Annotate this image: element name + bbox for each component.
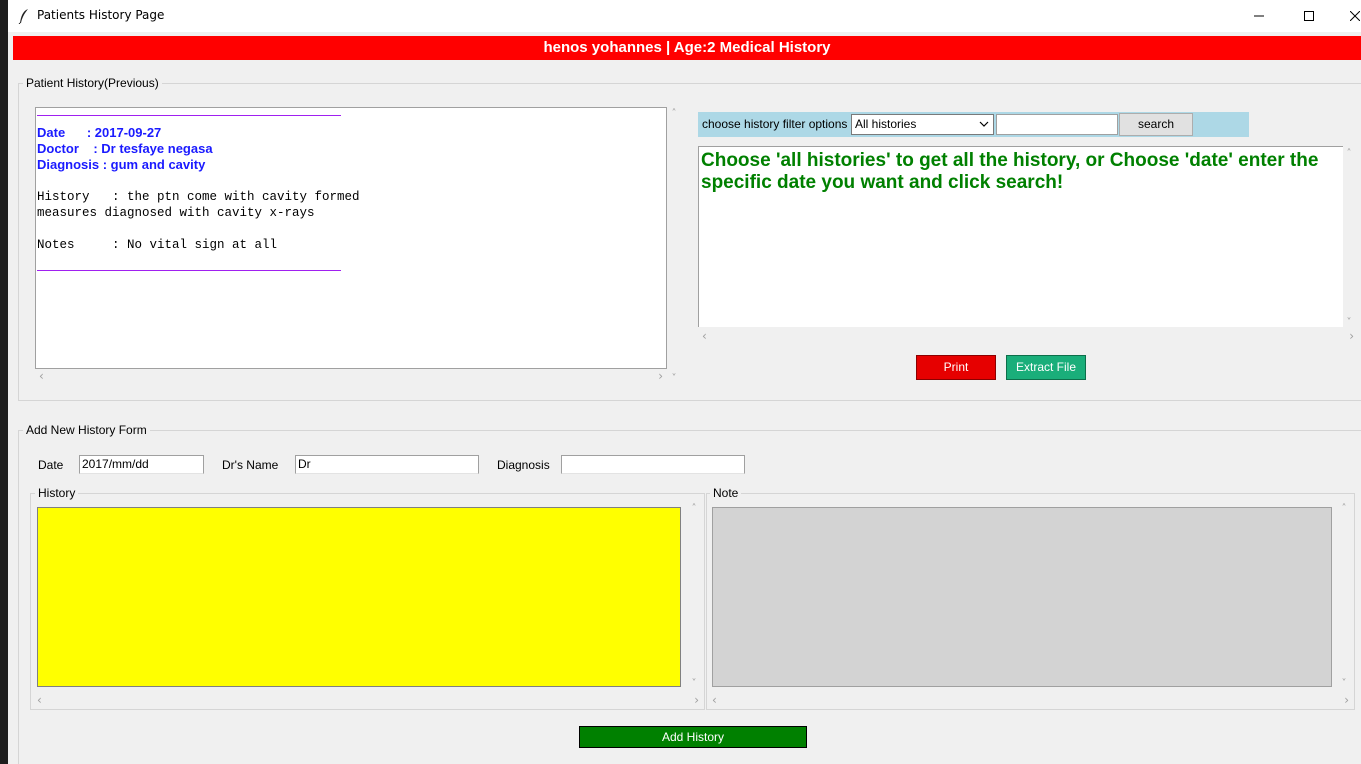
extract-file-button[interactable]: Extract File	[1006, 355, 1086, 380]
history-record: Date : 2017-09-27 Doctor : Dr tesfaye ne…	[37, 114, 360, 271]
doctor-name-label: Dr's Name	[222, 458, 279, 472]
doctor-name-field[interactable]: Dr	[295, 455, 479, 474]
scroll-left-icon[interactable]: ‹	[39, 369, 44, 383]
search-button[interactable]: search	[1119, 113, 1193, 136]
scroll-up-icon[interactable]: ˄	[692, 503, 697, 514]
window-title: Patients History Page	[37, 8, 165, 22]
scroll-right-icon[interactable]: ›	[1349, 329, 1354, 343]
diagnosis-field[interactable]	[561, 455, 745, 474]
scroll-right-icon[interactable]: ›	[694, 693, 699, 707]
close-icon	[1350, 11, 1360, 21]
scroll-right-icon[interactable]: ›	[658, 369, 663, 383]
maximize-button[interactable]	[1286, 0, 1332, 32]
record-doctor: Doctor : Dr tesfaye negasa	[37, 141, 213, 156]
history-subframe-label: History	[35, 486, 79, 500]
minimize-button[interactable]	[1236, 0, 1282, 32]
scroll-right-icon[interactable]: ›	[1344, 693, 1349, 707]
record-history-line: History : the ptn come with cavity forme…	[37, 190, 360, 204]
filter-selected-option: All histories	[855, 117, 917, 131]
add-history-button[interactable]: Add History	[579, 726, 807, 748]
maximize-icon	[1304, 11, 1314, 21]
note-hscrollbar[interactable]: ‹ ›	[708, 692, 1353, 708]
scroll-left-icon[interactable]: ‹	[712, 693, 717, 707]
result-vscrollbar[interactable]: ˄ ˅	[1341, 148, 1357, 328]
history-hscrollbar[interactable]: ‹ ›	[33, 692, 703, 708]
feather-icon	[18, 9, 28, 24]
previous-history-textbox[interactable]: Date : 2017-09-27 Doctor : Dr tesfaye ne…	[35, 107, 667, 369]
scroll-up-icon[interactable]: ˄	[1342, 503, 1347, 514]
app-window: Patients History Page henos yohannes | A…	[0, 0, 1361, 764]
record-separator	[37, 269, 341, 271]
result-hscrollbar[interactable]: ‹ ›	[698, 328, 1358, 344]
date-field[interactable]: 2017/mm/dd	[79, 455, 204, 474]
note-subframe-label: Note	[710, 486, 742, 500]
record-notes: Notes : No vital sign at all	[37, 238, 278, 252]
record-date: Date : 2017-09-27	[37, 125, 162, 140]
scroll-up-icon[interactable]: ˄	[1347, 148, 1352, 159]
scroll-down-icon[interactable]: ˅	[1347, 317, 1352, 328]
minimize-icon	[1254, 15, 1264, 17]
close-button[interactable]	[1332, 0, 1361, 32]
history-result-textbox[interactable]: Choose 'all histories' to get all the hi…	[698, 146, 1343, 327]
record-diagnosis: Diagnosis : gum and cavity	[37, 157, 206, 172]
note-textbox[interactable]	[712, 507, 1332, 687]
filter-bar: choose history filter options All histor…	[698, 112, 1249, 137]
note-vscrollbar[interactable]: ˄ ˅	[1336, 503, 1352, 689]
chevron-down-icon[interactable]	[979, 117, 989, 131]
title-bar: Patients History Page	[8, 0, 1361, 32]
print-button[interactable]: Print	[916, 355, 996, 380]
result-message: Choose 'all histories' to get all the hi…	[701, 150, 1319, 193]
scroll-up-icon[interactable]: ˄	[672, 108, 677, 119]
filter-options-combobox[interactable]: All histories	[851, 114, 994, 135]
scroll-down-icon[interactable]: ˅	[692, 678, 697, 689]
patient-banner: henos yohannes | Age:2 Medical History	[13, 36, 1361, 60]
scroll-down-icon[interactable]: ˅	[1342, 678, 1347, 689]
history-vscrollbar[interactable]: ˄ ˅	[686, 503, 702, 689]
add-history-frame-label: Add New History Form	[23, 423, 150, 437]
filter-label: choose history filter options	[702, 117, 848, 131]
scroll-left-icon[interactable]: ‹	[37, 693, 42, 707]
desktop-background	[0, 0, 8, 764]
previous-history-frame-label: Patient History(Previous)	[23, 76, 162, 90]
filter-search-input[interactable]	[996, 114, 1118, 135]
date-label: Date	[38, 458, 64, 472]
previous-history-vscrollbar[interactable]: ˄ ˅	[666, 108, 682, 384]
previous-history-hscrollbar[interactable]: ‹ ›	[35, 368, 667, 384]
diagnosis-label: Diagnosis	[497, 458, 550, 472]
scroll-left-icon[interactable]: ‹	[702, 329, 707, 343]
record-history-line: measures diagnosed with cavity x-rays	[37, 206, 315, 220]
history-textbox[interactable]	[37, 507, 681, 687]
scroll-down-icon[interactable]: ˅	[672, 373, 677, 384]
